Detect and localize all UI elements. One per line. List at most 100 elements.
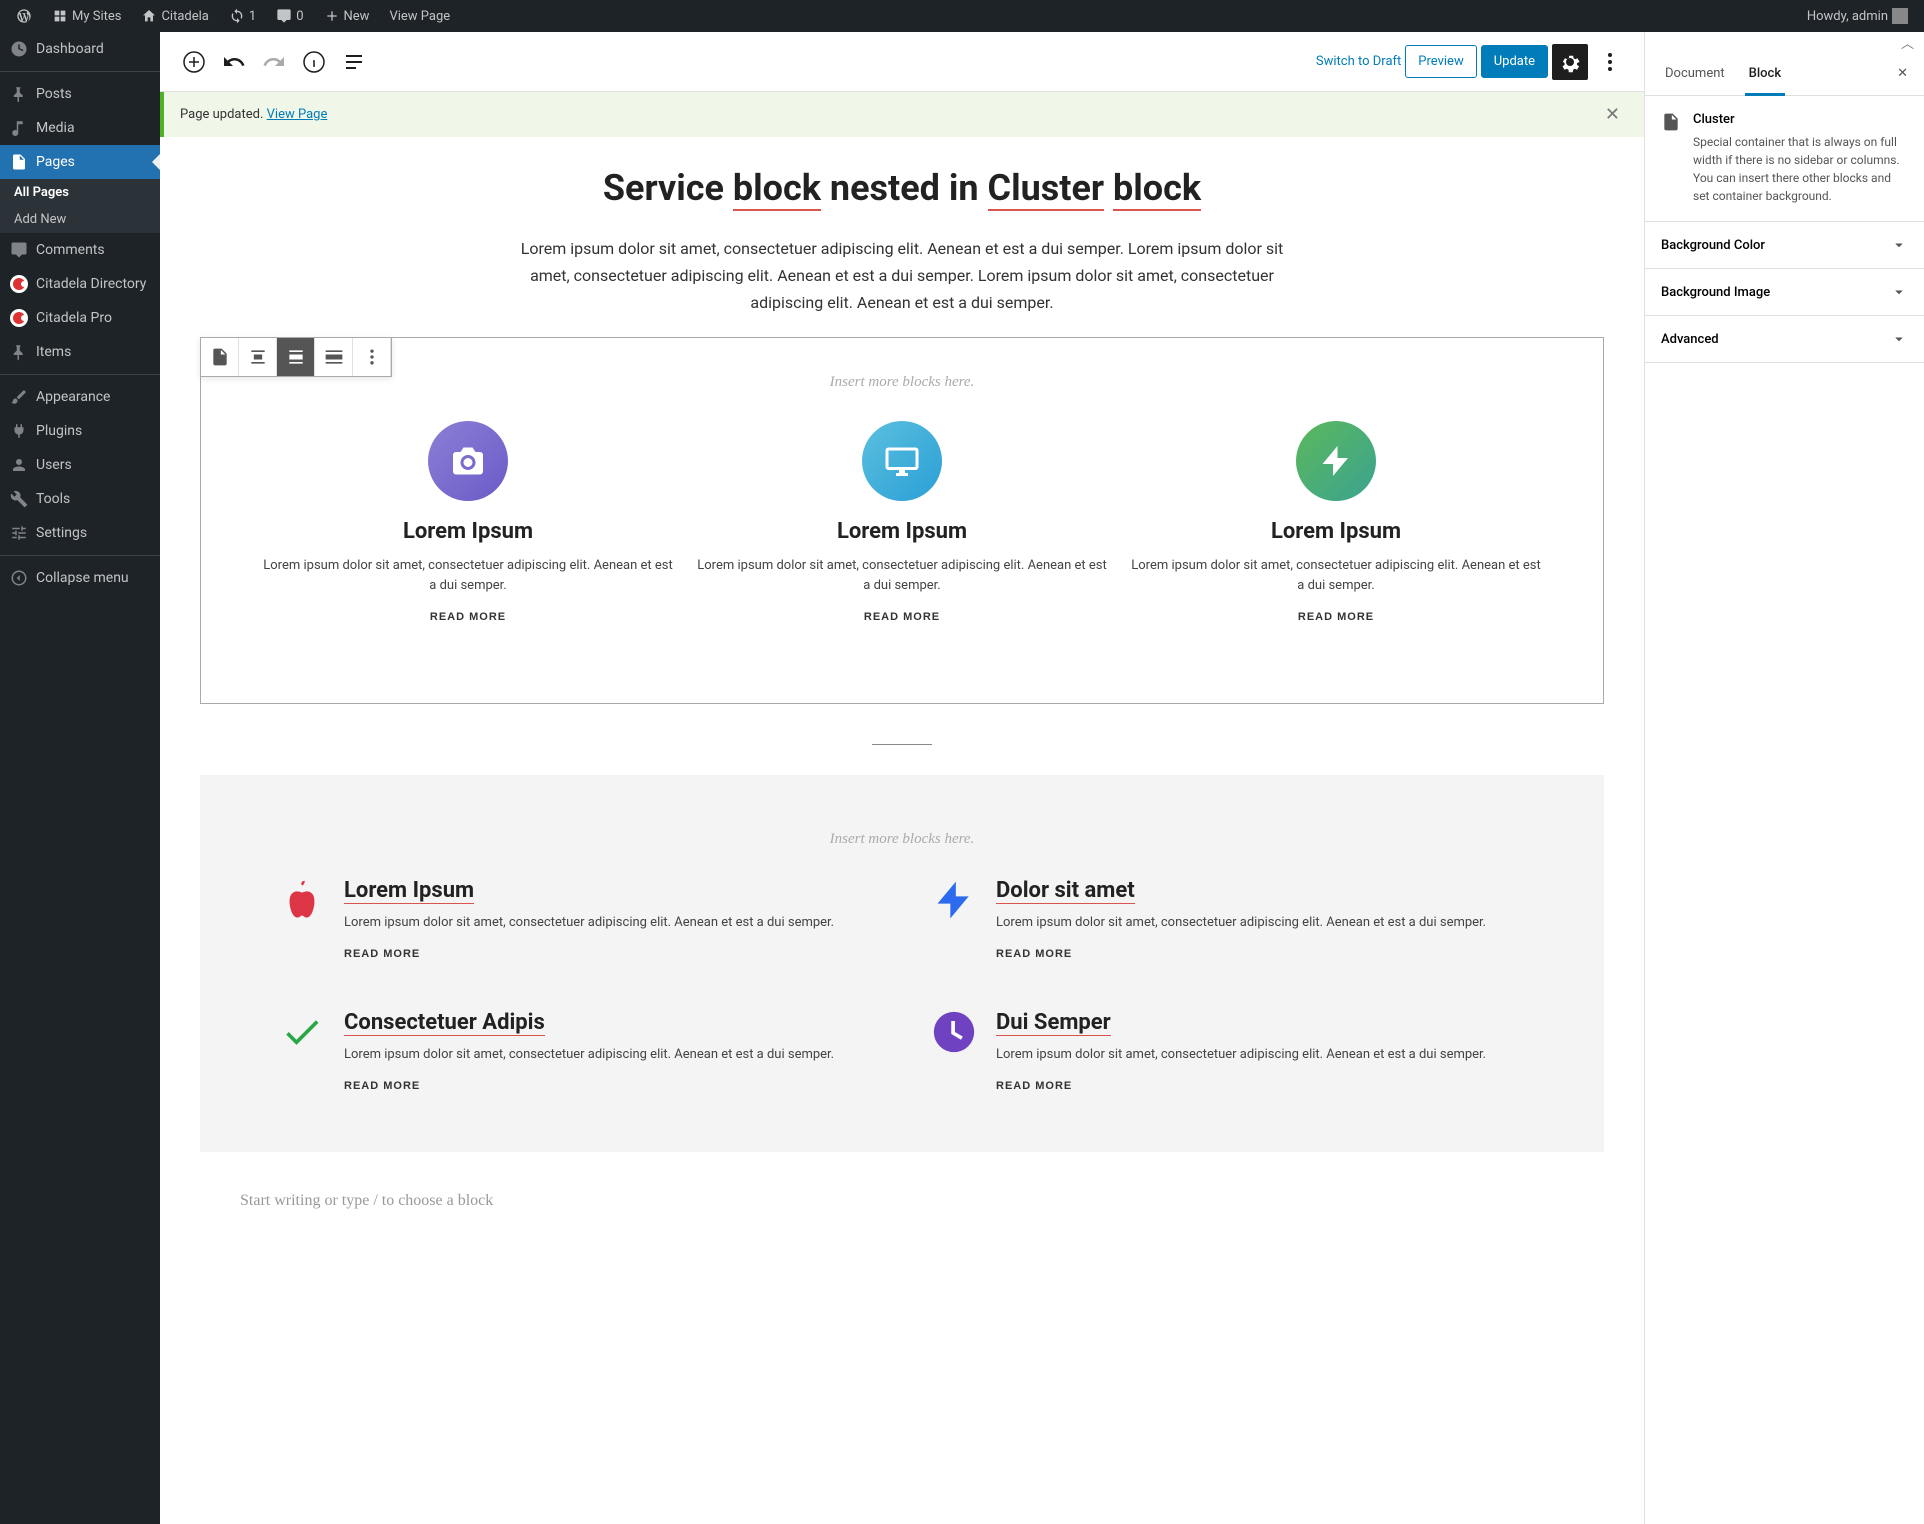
menu-pages[interactable]: Pages (0, 145, 160, 179)
tab-document[interactable]: Document (1661, 52, 1729, 95)
section-bg-image[interactable]: Background Image (1645, 269, 1924, 316)
pin-icon (10, 85, 28, 103)
page-intro[interactable]: Lorem ipsum dolor sit amet, consectetuer… (512, 235, 1292, 317)
page-title[interactable]: Service block nested in Cluster block (200, 167, 1604, 211)
block-more-button[interactable] (353, 338, 391, 376)
cluster-block[interactable]: Insert more blocks here. Lorem Ipsum Lor… (200, 337, 1604, 705)
service-desc[interactable]: Lorem ipsum dolor sit amet, consectetuer… (1129, 556, 1543, 598)
dots-vertical-icon (362, 347, 382, 367)
brush-icon (10, 388, 28, 406)
updates[interactable]: 1 (221, 0, 264, 32)
insert-hint[interactable]: Insert more blocks here. (280, 831, 1524, 848)
dots-vertical-icon (1598, 50, 1622, 74)
update-button[interactable]: Update (1481, 45, 1548, 78)
read-more-link[interactable]: READ MORE (344, 1080, 834, 1092)
comments-count[interactable]: 0 (268, 0, 311, 32)
read-more-link[interactable]: READ MORE (1129, 611, 1543, 623)
service-title[interactable]: Lorem Ipsum (1129, 519, 1543, 544)
new-content[interactable]: New (316, 0, 378, 32)
site-name[interactable]: Citadela (133, 0, 216, 32)
home-icon (141, 8, 157, 24)
notice-close[interactable]: ✕ (1597, 104, 1628, 125)
notice-view-link[interactable]: View Page (267, 107, 328, 122)
service-desc[interactable]: Lorem ipsum dolor sit amet, consectetuer… (261, 556, 675, 598)
service-item[interactable]: Dolor sit amet Lorem ipsum dolor sit ame… (932, 878, 1524, 960)
desktop-icon (862, 421, 942, 501)
menu-tools[interactable]: Tools (0, 482, 160, 516)
insert-hint[interactable]: Insert more blocks here. (221, 374, 1583, 391)
howdy-user[interactable]: Howdy, admin (1799, 0, 1916, 32)
settings-button[interactable] (1552, 44, 1588, 80)
menu-settings[interactable]: Settings (0, 516, 160, 550)
tab-block[interactable]: Block (1745, 52, 1785, 95)
block-icon-button[interactable] (201, 338, 239, 376)
cluster-block-2[interactable]: Insert more blocks here. Lorem Ipsum Lor… (200, 775, 1604, 1152)
my-sites[interactable]: My Sites (44, 0, 129, 32)
pin-icon (10, 343, 28, 361)
menu-items[interactable]: Items (0, 335, 160, 369)
menu-posts[interactable]: Posts (0, 77, 160, 111)
separator[interactable] (872, 744, 932, 745)
wp-logo[interactable] (8, 0, 40, 32)
menu-media[interactable]: Media (0, 111, 160, 145)
section-bg-color[interactable]: Background Color (1645, 222, 1924, 269)
submenu-add-new[interactable]: Add New (0, 206, 160, 233)
service-title[interactable]: Lorem Ipsum (695, 519, 1109, 544)
service-desc[interactable]: Lorem ipsum dolor sit amet, consectetuer… (695, 556, 1109, 598)
outline-button[interactable] (336, 44, 372, 80)
howdy-label: Howdy, admin (1807, 9, 1888, 24)
submenu-all-pages[interactable]: All Pages (0, 179, 160, 206)
add-block-button[interactable] (176, 44, 212, 80)
read-more-link[interactable]: READ MORE (695, 611, 1109, 623)
block-name: Cluster (1693, 112, 1908, 127)
service-title[interactable]: Dolor sit amet (996, 878, 1486, 903)
service-item[interactable]: Lorem Ipsum Lorem ipsum dolor sit amet, … (1129, 421, 1543, 624)
more-button[interactable] (1592, 44, 1628, 80)
preview-button[interactable]: Preview (1405, 45, 1476, 78)
default-block-placeholder[interactable]: Start writing or type / to choose a bloc… (200, 1192, 1604, 1210)
service-item[interactable]: Dui Semper Lorem ipsum dolor sit amet, c… (932, 1010, 1524, 1092)
menu-plugins[interactable]: Plugins (0, 414, 160, 448)
align-wide-button[interactable] (277, 338, 315, 376)
info-icon (302, 50, 326, 74)
service-item[interactable]: Lorem Ipsum Lorem ipsum dolor sit amet, … (695, 421, 1109, 624)
user-icon (10, 456, 28, 474)
redo-button[interactable] (256, 44, 292, 80)
service-item[interactable]: Lorem Ipsum Lorem ipsum dolor sit amet, … (261, 421, 675, 624)
collapse-panel[interactable]: ︿ (1901, 33, 1914, 52)
read-more-link[interactable]: READ MORE (996, 948, 1486, 960)
read-more-link[interactable]: READ MORE (344, 948, 834, 960)
service-title[interactable]: Consectetuer Adipis (344, 1010, 834, 1035)
view-page-link[interactable]: View Page (381, 0, 458, 32)
service-title[interactable]: Lorem Ipsum (344, 878, 834, 903)
service-desc[interactable]: Lorem ipsum dolor sit amet, consectetuer… (996, 913, 1486, 934)
undo-button[interactable] (216, 44, 252, 80)
service-desc[interactable]: Lorem ipsum dolor sit amet, consectetuer… (996, 1045, 1486, 1066)
close-panel[interactable]: ✕ (1897, 52, 1908, 95)
menu-collapse[interactable]: Collapse menu (0, 561, 160, 595)
menu-comments[interactable]: Comments (0, 233, 160, 267)
read-more-link[interactable]: READ MORE (996, 1080, 1486, 1092)
service-title[interactable]: Lorem Ipsum (261, 519, 675, 544)
menu-appearance[interactable]: Appearance (0, 380, 160, 414)
service-desc[interactable]: Lorem ipsum dolor sit amet, consectetuer… (344, 1045, 834, 1066)
citadela-icon (10, 275, 28, 293)
section-advanced[interactable]: Advanced (1645, 316, 1924, 363)
read-more-link[interactable]: READ MORE (261, 611, 675, 623)
align-none-button[interactable] (239, 338, 277, 376)
service-item[interactable]: Consectetuer Adipis Lorem ipsum dolor si… (280, 1010, 872, 1092)
menu-settings-label: Settings (36, 525, 87, 541)
service-item[interactable]: Lorem Ipsum Lorem ipsum dolor sit amet, … (280, 878, 872, 960)
updates-count: 1 (249, 9, 256, 24)
service-title[interactable]: Dui Semper (996, 1010, 1486, 1035)
editor-content[interactable]: Service block nested in Cluster block Lo… (160, 137, 1644, 1240)
menu-users[interactable]: Users (0, 448, 160, 482)
switch-to-draft[interactable]: Switch to Draft (1316, 54, 1401, 69)
menu-citadela-pro[interactable]: Citadela Pro (0, 301, 160, 335)
align-full-button[interactable] (315, 338, 353, 376)
info-button[interactable] (296, 44, 332, 80)
menu-citadela-directory[interactable]: Citadela Directory (0, 267, 160, 301)
service-desc[interactable]: Lorem ipsum dolor sit amet, consectetuer… (344, 913, 834, 934)
bolt-icon (932, 878, 976, 922)
menu-dashboard[interactable]: Dashboard (0, 32, 160, 66)
